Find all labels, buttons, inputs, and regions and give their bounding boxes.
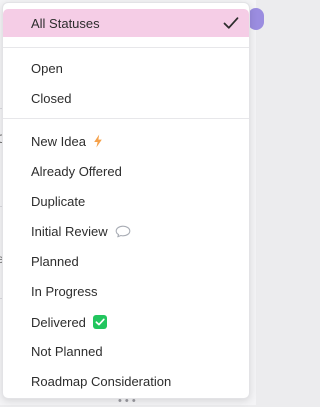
option-label: Duplicate: [31, 193, 86, 209]
option-label: New Idea: [31, 133, 86, 149]
option-closed[interactable]: Closed: [3, 84, 249, 112]
status-filter-dropdown: All Statuses Open Closed New Idea Alread…: [2, 2, 250, 399]
option-label: Planned: [31, 253, 79, 269]
option-label: All Statuses: [31, 15, 100, 31]
menu-divider: [3, 47, 249, 48]
option-label: Initial Review: [31, 223, 108, 239]
speech-bubble-icon: [115, 225, 131, 238]
option-initial-review[interactable]: Initial Review: [3, 217, 249, 245]
option-all-statuses[interactable]: All Statuses: [3, 9, 249, 37]
option-open[interactable]: Open: [3, 54, 249, 82]
option-label: Not Planned: [31, 343, 103, 359]
option-not-planned[interactable]: Not Planned: [3, 337, 249, 365]
option-duplicate[interactable]: Duplicate: [3, 187, 249, 215]
checkmark-icon: [223, 17, 239, 29]
option-label: Delivered: [31, 314, 86, 330]
option-label: Open: [31, 60, 63, 76]
menu-divider: [3, 118, 249, 119]
option-new-idea[interactable]: New Idea: [3, 127, 249, 155]
option-planned[interactable]: Planned: [3, 247, 249, 275]
check-box-icon: [92, 315, 107, 329]
lightning-bolt-icon: [93, 134, 103, 148]
option-roadmap-consideration[interactable]: Roadmap Consideration: [3, 367, 249, 395]
option-delivered[interactable]: Delivered: [3, 308, 249, 336]
option-already-offered[interactable]: Already Offered: [3, 157, 249, 185]
background-avatar: [248, 8, 264, 30]
option-label: Roadmap Consideration: [31, 373, 172, 389]
option-label: Already Offered: [31, 163, 122, 179]
option-label: In Progress: [31, 283, 98, 299]
option-label: Closed: [31, 90, 72, 106]
option-in-progress[interactable]: In Progress: [3, 277, 249, 305]
